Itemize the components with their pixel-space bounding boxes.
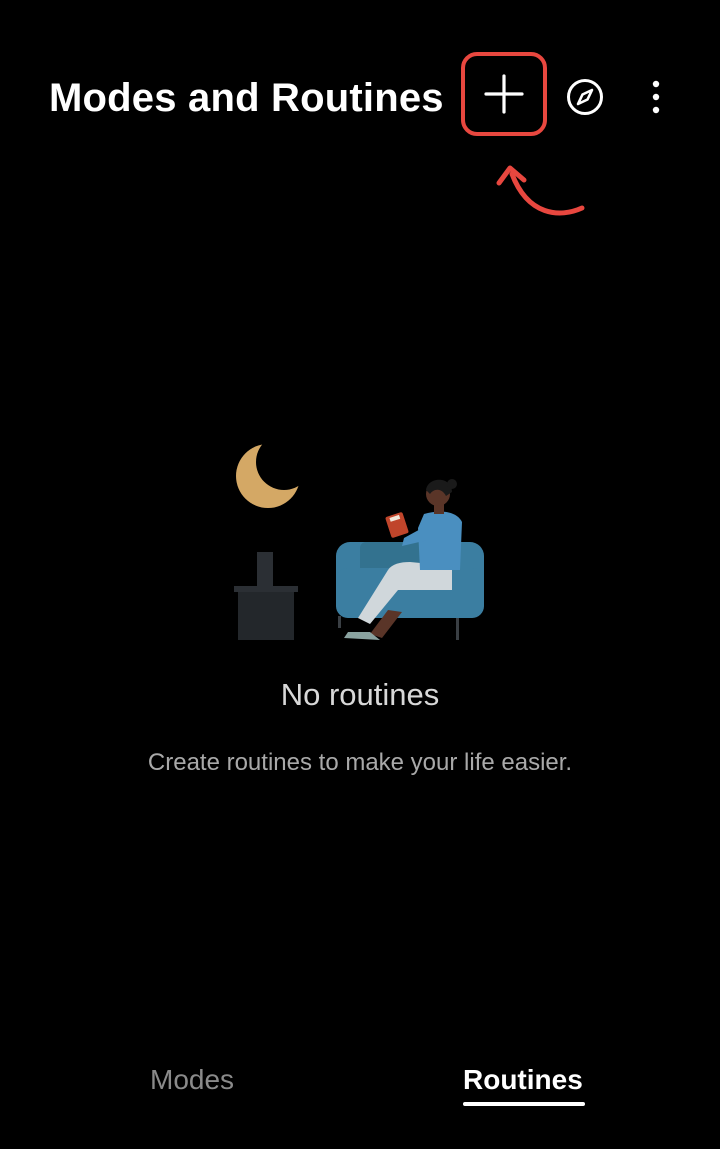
- more-vertical-icon: [652, 80, 660, 114]
- app-header: Modes and Routines: [0, 0, 720, 216]
- selected-tab-indicator: [463, 1102, 585, 1106]
- tab-routines[interactable]: Routines: [463, 1062, 583, 1098]
- compass-icon: [567, 79, 603, 115]
- tab-modes[interactable]: Modes: [150, 1062, 234, 1098]
- page-title: Modes and Routines: [49, 76, 444, 120]
- bottom-tab-bar: Modes Routines: [0, 1050, 720, 1120]
- moon-icon: [236, 434, 312, 508]
- discover-button[interactable]: [560, 72, 610, 122]
- empty-state-subtitle: Create routines to make your life easier…: [147, 749, 573, 776]
- side-table-icon: [234, 552, 298, 640]
- empty-state-title: No routines: [280, 677, 440, 712]
- plus-icon: [484, 74, 524, 114]
- more-options-button[interactable]: [636, 72, 676, 122]
- add-routine-button[interactable]: [461, 52, 547, 136]
- annotation-arrow-icon: [496, 165, 585, 216]
- reading-person-illustration: [234, 434, 484, 640]
- armchair-icon: [336, 542, 484, 640]
